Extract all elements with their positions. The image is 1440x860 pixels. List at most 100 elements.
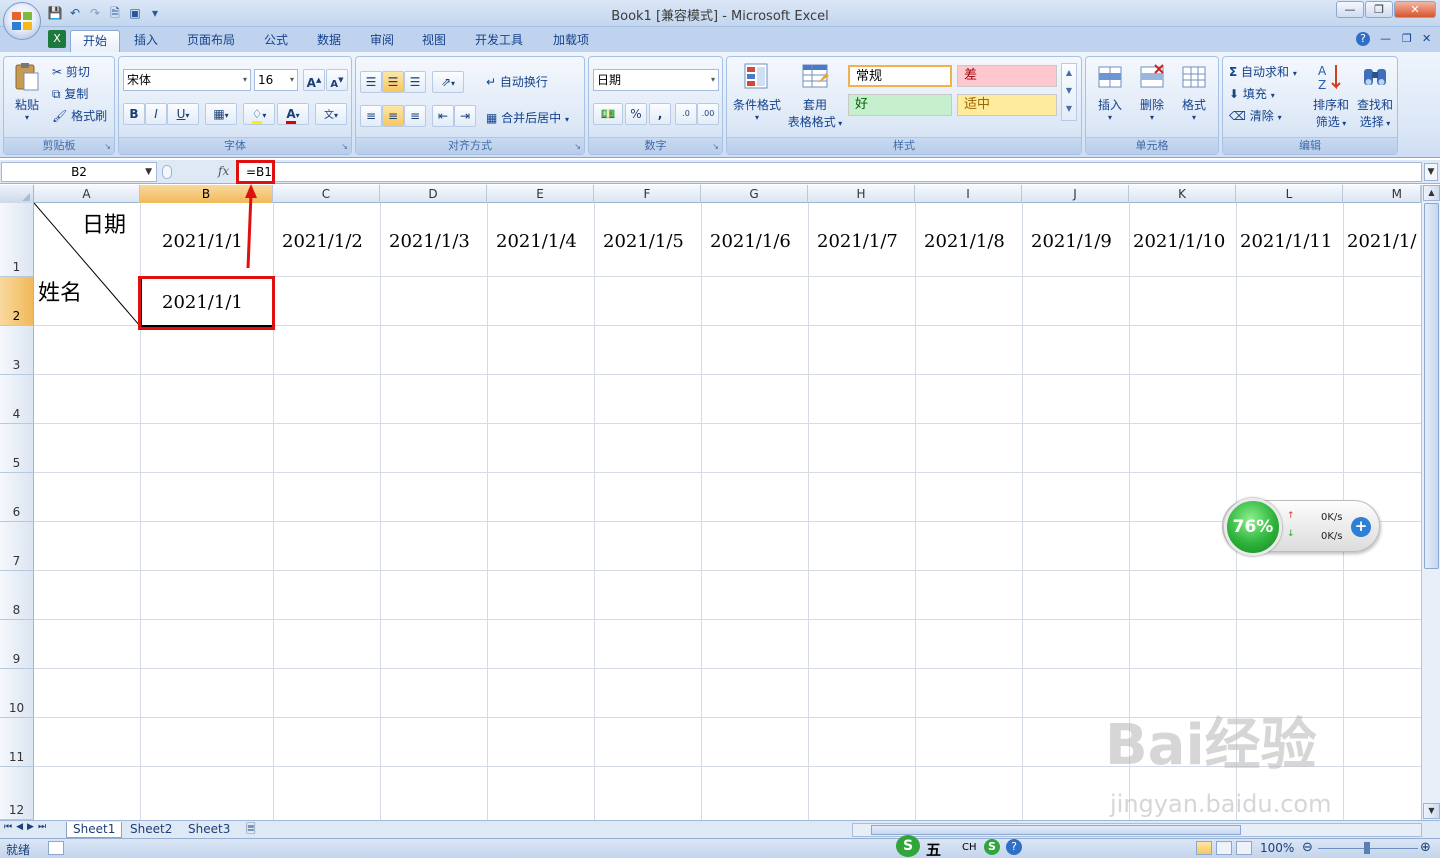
row-header-12[interactable]: 12 <box>0 767 34 820</box>
ribbon-minimize-icon[interactable]: — <box>1380 32 1391 45</box>
close-button[interactable]: ✕ <box>1394 1 1436 18</box>
normal-view-icon[interactable] <box>1196 841 1212 855</box>
cell-d1[interactable]: 2021/1/3 <box>389 231 470 252</box>
style-good[interactable]: 好 <box>848 94 952 116</box>
cell-b1[interactable]: 2021/1/1 <box>162 231 243 252</box>
row-header-7[interactable]: 7 <box>0 522 34 571</box>
insert-cells-button[interactable]: 插入 ▾ <box>1090 61 1130 122</box>
scroll-up-arrow-icon[interactable]: ▲ <box>1423 185 1440 201</box>
currency-button[interactable]: 💵 <box>593 103 623 125</box>
shrink-font-button[interactable]: A▼ <box>326 69 348 91</box>
ime-help-icon[interactable]: ? <box>1006 839 1022 855</box>
conditional-format-dropdown-icon[interactable]: ▾ <box>731 113 783 122</box>
underline-button[interactable]: U▾ <box>167 103 199 125</box>
style-neutral[interactable]: 适中 <box>957 94 1057 116</box>
row-header-11[interactable]: 11 <box>0 718 34 767</box>
tab-developer[interactable]: 开发工具 <box>463 30 535 52</box>
merge-dropdown-icon[interactable]: ▾ <box>565 115 569 124</box>
col-header-c[interactable]: C <box>273 185 380 203</box>
font-size-dropdown-icon[interactable]: ▾ <box>290 70 294 90</box>
font-launcher-icon[interactable]: ↘ <box>341 142 348 151</box>
font-size-box[interactable]: 16 ▾ <box>254 69 298 91</box>
select-all-button[interactable] <box>0 185 34 203</box>
tab-addins[interactable]: 加载项 <box>541 30 601 52</box>
col-header-h[interactable]: H <box>808 185 915 203</box>
zoom-out-icon[interactable]: ⊖ <box>1302 840 1313 855</box>
cell-i1[interactable]: 2021/1/8 <box>924 231 1005 252</box>
ribbon-restore-icon[interactable]: ❐ <box>1402 32 1412 45</box>
align-bottom-button[interactable]: ☰ <box>404 71 426 93</box>
name-box[interactable]: B2 ▼ <box>1 162 157 182</box>
cell-c1[interactable]: 2021/1/2 <box>282 231 363 252</box>
scroll-down-arrow-icon[interactable]: ▼ <box>1423 803 1440 819</box>
row-header-1[interactable]: 1 <box>0 203 34 277</box>
bold-button[interactable]: B <box>123 103 145 125</box>
conditional-format-button[interactable]: 条件格式 ▾ <box>731 61 783 122</box>
wrap-text-button[interactable]: ↵ 自动换行 <box>486 73 548 90</box>
orientation-button[interactable]: ⇗▾ <box>432 71 464 93</box>
fill-color-button[interactable]: ♢▾ <box>243 103 275 125</box>
tab-view[interactable]: 视图 <box>410 30 458 52</box>
format-as-table-button[interactable]: 套用 表格格式 ▾ <box>785 61 845 130</box>
format-painter-button[interactable]: 🖌 格式刷 <box>52 107 107 124</box>
autosum-button[interactable]: Σ 自动求和 ▾ <box>1229 63 1297 80</box>
row-header-3[interactable]: 3 <box>0 326 34 375</box>
scroll-down-icon[interactable]: ▼ <box>1062 82 1076 100</box>
align-right-button[interactable]: ≡ <box>404 105 426 127</box>
col-header-m[interactable]: M <box>1343 185 1421 203</box>
sheet-tab-3[interactable]: Sheet3 <box>182 822 236 838</box>
comma-button[interactable]: , <box>649 103 671 125</box>
cell-f1[interactable]: 2021/1/5 <box>603 231 684 252</box>
page-break-view-icon[interactable] <box>1236 841 1252 855</box>
ime-s-icon[interactable]: S <box>984 839 1000 855</box>
delete-dropdown-icon[interactable]: ▾ <box>1132 113 1172 122</box>
insert-dropdown-icon[interactable]: ▾ <box>1090 113 1130 122</box>
style-bad[interactable]: 差 <box>957 65 1057 87</box>
macro-record-icon[interactable] <box>48 841 64 855</box>
memory-gauge[interactable]: 76% <box>1224 498 1282 556</box>
styles-scroll[interactable]: ▲ ▼ ▼ <box>1061 63 1077 121</box>
office-button[interactable] <box>3 2 41 40</box>
add-icon[interactable]: + <box>1351 517 1371 537</box>
cut-button[interactable]: ✂ 剪切 <box>52 63 90 80</box>
zoom-slider-thumb[interactable] <box>1364 842 1370 854</box>
ribbon-close-icon[interactable]: ✕ <box>1422 32 1431 45</box>
font-name-box[interactable]: 宋体 ▾ <box>123 69 251 91</box>
cell-k1[interactable]: 2021/1/10 <box>1133 231 1225 252</box>
italic-button[interactable]: I <box>145 103 167 125</box>
ime-mode[interactable]: 五 <box>926 839 941 860</box>
sheet-tab-1[interactable]: Sheet1 <box>66 822 123 838</box>
tab-page-layout[interactable]: 页面布局 <box>175 30 247 52</box>
tab-data[interactable]: 数据 <box>305 30 353 52</box>
tab-review[interactable]: 审阅 <box>358 30 406 52</box>
cell-j1[interactable]: 2021/1/9 <box>1031 231 1112 252</box>
minimize-button[interactable]: — <box>1336 1 1364 18</box>
percent-button[interactable]: % <box>625 103 647 125</box>
clipboard-launcher-icon[interactable]: ↘ <box>104 142 111 151</box>
page-layout-view-icon[interactable] <box>1216 841 1232 855</box>
zoom-level[interactable]: 100% <box>1260 841 1294 855</box>
cell-e1[interactable]: 2021/1/4 <box>496 231 577 252</box>
cell-h1[interactable]: 2021/1/7 <box>817 231 898 252</box>
horizontal-scroll-thumb[interactable] <box>871 825 1241 835</box>
paste-dropdown-icon[interactable]: ▾ <box>10 113 44 122</box>
number-launcher-icon[interactable]: ↘ <box>712 142 719 151</box>
format-dropdown-icon[interactable]: ▾ <box>1174 113 1214 122</box>
cell-m1[interactable]: 2021/1/ <box>1347 231 1416 252</box>
scroll-up-icon[interactable]: ▲ <box>1062 64 1076 82</box>
sheet-tab-2[interactable]: Sheet2 <box>124 822 178 838</box>
fill-button[interactable]: ⬇ 填充 ▾ <box>1229 85 1275 102</box>
expand-formula-icon[interactable] <box>162 165 172 179</box>
row-header-10[interactable]: 10 <box>0 669 34 718</box>
delete-cells-button[interactable]: 删除 ▾ <box>1132 61 1172 122</box>
tab-formulas[interactable]: 公式 <box>252 30 300 52</box>
col-header-k[interactable]: K <box>1129 185 1236 203</box>
expand-formula-bar-icon[interactable]: ▼ <box>1424 163 1438 181</box>
col-header-i[interactable]: I <box>915 185 1022 203</box>
ime-lang[interactable]: CH <box>962 842 977 853</box>
sheet-nav-icons[interactable]: ⏮◀▶⏭ <box>4 822 50 832</box>
vertical-scroll-thumb[interactable] <box>1424 203 1439 569</box>
sort-filter-button[interactable]: AZ 排序和 筛选 ▾ <box>1309 61 1353 130</box>
vertical-scrollbar[interactable]: ▲ ▼ <box>1421 185 1440 820</box>
tab-insert[interactable]: 插入 <box>122 30 170 52</box>
